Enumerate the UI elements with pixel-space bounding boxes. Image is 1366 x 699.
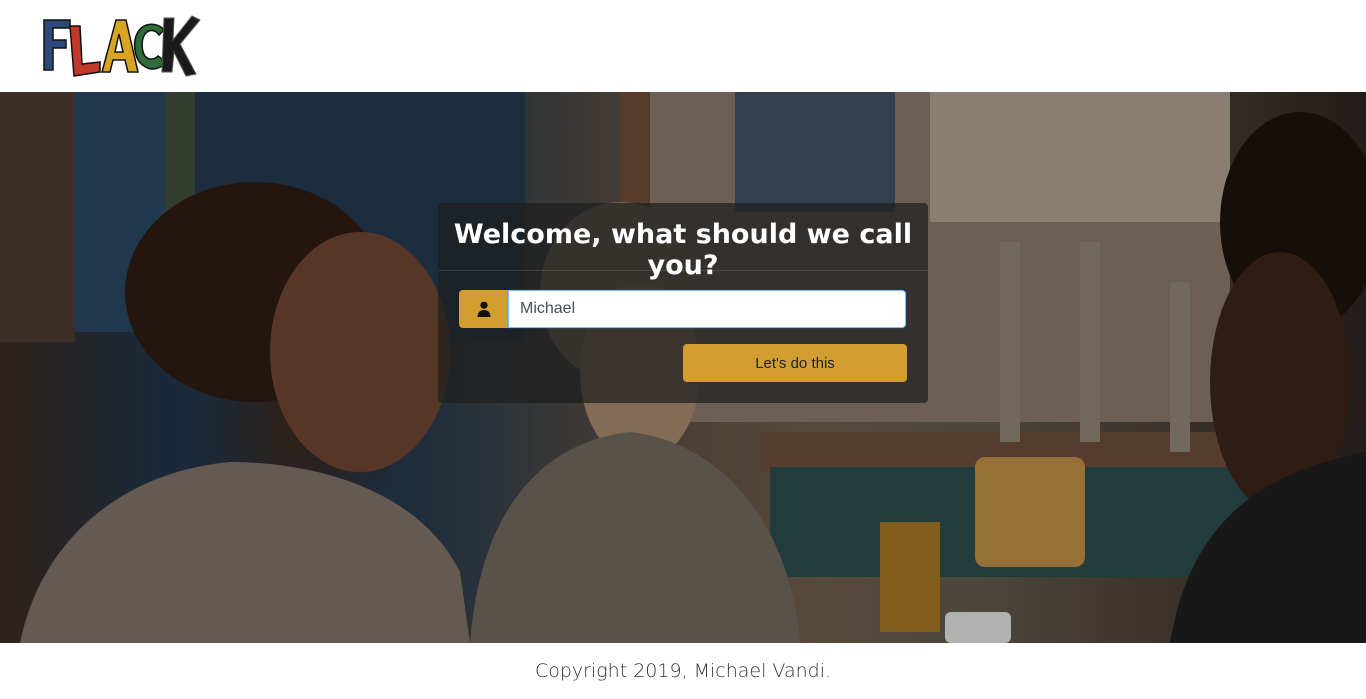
card-divider xyxy=(438,270,928,271)
user-icon xyxy=(477,301,490,317)
display-name-input[interactable] xyxy=(508,290,906,328)
login-heading: Welcome, what should we call you? xyxy=(453,219,913,281)
input-prepend xyxy=(459,290,508,328)
name-input-group xyxy=(459,290,908,328)
submit-button[interactable]: Let's do this xyxy=(683,344,907,382)
footer: Copyright 2019, Michael Vandi. xyxy=(0,643,1366,695)
flack-logo[interactable] xyxy=(40,12,202,80)
copyright-text: Copyright 2019, Michael Vandi. xyxy=(534,660,832,682)
flack-logo-letters xyxy=(43,15,201,77)
navbar xyxy=(0,0,1366,92)
login-card: Welcome, what should we call you? Let's … xyxy=(438,203,928,403)
